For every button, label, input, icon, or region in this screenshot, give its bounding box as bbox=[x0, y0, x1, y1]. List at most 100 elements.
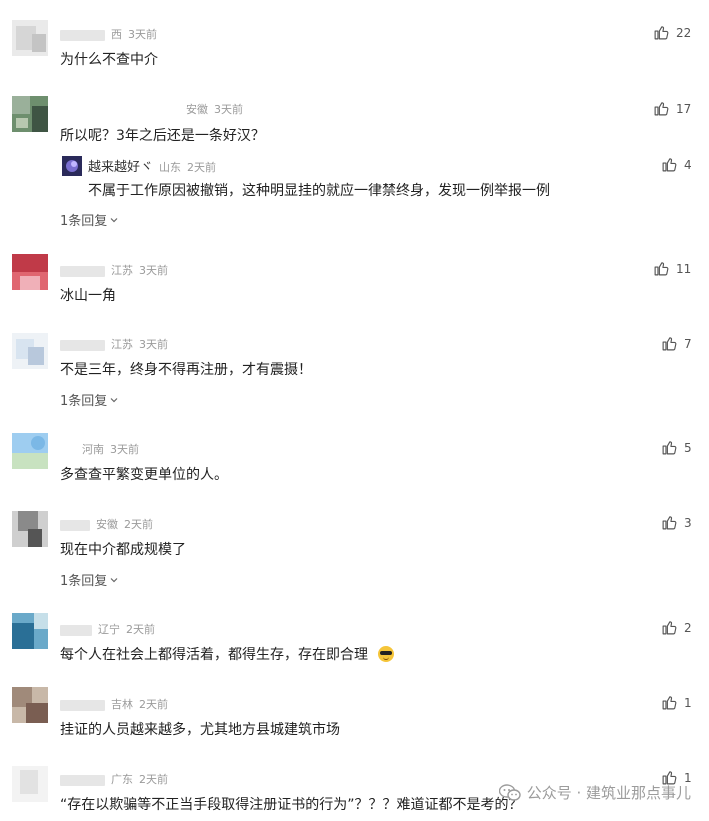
avatar-image bbox=[12, 20, 48, 56]
like-count: 17 bbox=[676, 101, 692, 116]
avatar-image bbox=[12, 96, 48, 132]
username[interactable] bbox=[60, 265, 105, 277]
timestamp: 3天前 bbox=[214, 103, 243, 116]
avatar-image bbox=[12, 433, 48, 469]
reply-username[interactable]: 越来越好ヾ bbox=[88, 156, 153, 175]
thumbs-up-icon bbox=[662, 337, 677, 351]
location: 安徽 bbox=[96, 518, 118, 531]
comment-meta: 江苏 3天前 bbox=[60, 262, 168, 278]
avatar[interactable] bbox=[12, 333, 48, 369]
like-button[interactable]: 17 bbox=[653, 100, 691, 117]
avatar[interactable] bbox=[12, 96, 48, 132]
avatar-image bbox=[12, 333, 48, 369]
like-button[interactable]: 1 bbox=[661, 694, 692, 711]
comment-text: 为什么不查中介 bbox=[60, 52, 158, 68]
chevron-down-icon bbox=[110, 397, 118, 402]
avatar-image bbox=[12, 254, 48, 290]
like-button[interactable]: 5 bbox=[661, 439, 692, 456]
like-count: 5 bbox=[684, 440, 692, 455]
reply-text: 不属于工作原因被撤销，这种明显挂的就应一律禁终身，发现一例举报一例 bbox=[88, 183, 550, 199]
timestamp: 3天前 bbox=[139, 338, 168, 351]
reply-count: 1条回复 bbox=[60, 574, 108, 589]
location: 广东 bbox=[111, 773, 133, 786]
view-replies-button[interactable]: 1条回复 bbox=[60, 210, 119, 229]
comment-text: 现在中介都成规模了 bbox=[60, 542, 186, 558]
thumbs-up-icon bbox=[662, 621, 677, 635]
avatar[interactable] bbox=[12, 511, 48, 547]
like-button[interactable]: 2 bbox=[661, 619, 692, 636]
thumbs-up-icon bbox=[662, 696, 677, 710]
username[interactable] bbox=[60, 519, 90, 531]
avatar[interactable] bbox=[12, 766, 48, 802]
avatar-image bbox=[62, 156, 82, 176]
timestamp: 3天前 bbox=[139, 264, 168, 277]
comment-meta: 广东 2天前 bbox=[60, 771, 168, 787]
avatar[interactable] bbox=[12, 20, 48, 56]
comment-meta: 辽宁 2天前 bbox=[60, 621, 155, 637]
comment-meta: 安徽 3天前 bbox=[60, 101, 243, 117]
comment-item: 安徽 3天前 所以呢？3年之后还是一条好汉？ 17 越来越好ヾ 山东 2天前 不属于工… bbox=[0, 90, 709, 240]
comment-meta: 吉林 2天前 bbox=[60, 696, 168, 712]
like-count: 7 bbox=[684, 336, 692, 351]
like-button[interactable]: 22 bbox=[653, 24, 691, 41]
location: 江苏 bbox=[111, 338, 133, 351]
thumbs-up-icon bbox=[654, 26, 669, 40]
comment-text: “存在以欺骗等不正当手段取得注册证书的行为”？？？难道证都不是考的？ bbox=[60, 797, 523, 813]
location: 辽宁 bbox=[98, 623, 120, 636]
comment-text: 每个人在社会上都得活着，都得生存，存在即合理 bbox=[60, 644, 394, 664]
avatar-image bbox=[12, 613, 48, 649]
comment-text: 不是三年，终身不得再注册，才有震摄！ bbox=[60, 362, 312, 378]
like-count: 4 bbox=[684, 157, 692, 172]
like-button[interactable]: 7 bbox=[661, 335, 692, 352]
comment-item: 江苏 3天前 不是三年，终身不得再注册，才有震摄！ 7 1条回复 bbox=[0, 325, 709, 425]
timestamp: 3天前 bbox=[128, 28, 157, 41]
like-count: 2 bbox=[684, 620, 692, 635]
avatar[interactable] bbox=[12, 254, 48, 290]
location: 河南 bbox=[82, 443, 104, 456]
timestamp: 2天前 bbox=[126, 623, 155, 636]
comment-item: 江苏 3天前 冰山一角 11 bbox=[0, 240, 709, 325]
comment-item: 河南 3天前 多查查平繁变更单位的人。 5 bbox=[0, 425, 709, 505]
like-button[interactable]: 3 bbox=[661, 514, 692, 531]
username[interactable] bbox=[60, 29, 105, 41]
like-button[interactable]: 11 bbox=[653, 260, 691, 277]
timestamp: 2天前 bbox=[139, 773, 168, 786]
like-count: 1 bbox=[684, 695, 692, 710]
avatar-image bbox=[12, 687, 48, 723]
comment-text-content: 每个人在社会上都得活着，都得生存，存在即合理 bbox=[60, 647, 368, 663]
avatar-image bbox=[12, 766, 48, 802]
reply-meta: 越来越好ヾ 山东 2天前 bbox=[88, 156, 216, 175]
thumbs-up-icon bbox=[654, 262, 669, 276]
comment-text: 冰山一角 bbox=[60, 288, 116, 304]
timestamp: 2天前 bbox=[139, 698, 168, 711]
view-replies-button[interactable]: 1条回复 bbox=[60, 390, 119, 409]
comment-item: 西 3天前 为什么不查中介 22 bbox=[0, 0, 709, 90]
thumbs-up-icon bbox=[662, 516, 677, 530]
comment-meta: 安徽 2天前 bbox=[60, 516, 153, 532]
comment-item: 辽宁 2天前 每个人在社会上都得活着，都得生存，存在即合理 2 bbox=[0, 605, 709, 685]
thumbs-up-icon bbox=[662, 441, 677, 455]
avatar[interactable] bbox=[12, 613, 48, 649]
location: 山东 bbox=[159, 161, 182, 174]
like-count: 11 bbox=[676, 261, 692, 276]
username[interactable] bbox=[60, 699, 105, 711]
avatar[interactable] bbox=[12, 687, 48, 723]
comment-meta: 江苏 3天前 bbox=[60, 336, 168, 352]
comment-meta: 河南 3天前 bbox=[60, 441, 139, 457]
reply-avatar[interactable] bbox=[62, 156, 82, 176]
watermark: 公众号 · 建筑业那点事儿 bbox=[498, 782, 691, 803]
username[interactable] bbox=[60, 774, 105, 786]
timestamp: 3天前 bbox=[110, 443, 139, 456]
reply-like-button[interactable]: 4 bbox=[661, 156, 692, 173]
location: 江苏 bbox=[111, 264, 133, 277]
username[interactable] bbox=[60, 339, 105, 351]
watermark-text: 公众号 · 建筑业那点事儿 bbox=[526, 784, 691, 802]
view-replies-button[interactable]: 1条回复 bbox=[60, 570, 119, 589]
avatar[interactable] bbox=[12, 433, 48, 469]
wechat-icon bbox=[498, 783, 521, 801]
chevron-down-icon bbox=[110, 217, 118, 222]
comment-item: 吉林 2天前 挂证的人员越来越多，尤其地方县城建筑市场 1 bbox=[0, 685, 709, 760]
comment-text: 多查查平繁变更单位的人。 bbox=[60, 467, 228, 483]
username[interactable] bbox=[60, 624, 92, 636]
comment-item: 安徽 2天前 现在中介都成规模了 3 1条回复 bbox=[0, 505, 709, 605]
